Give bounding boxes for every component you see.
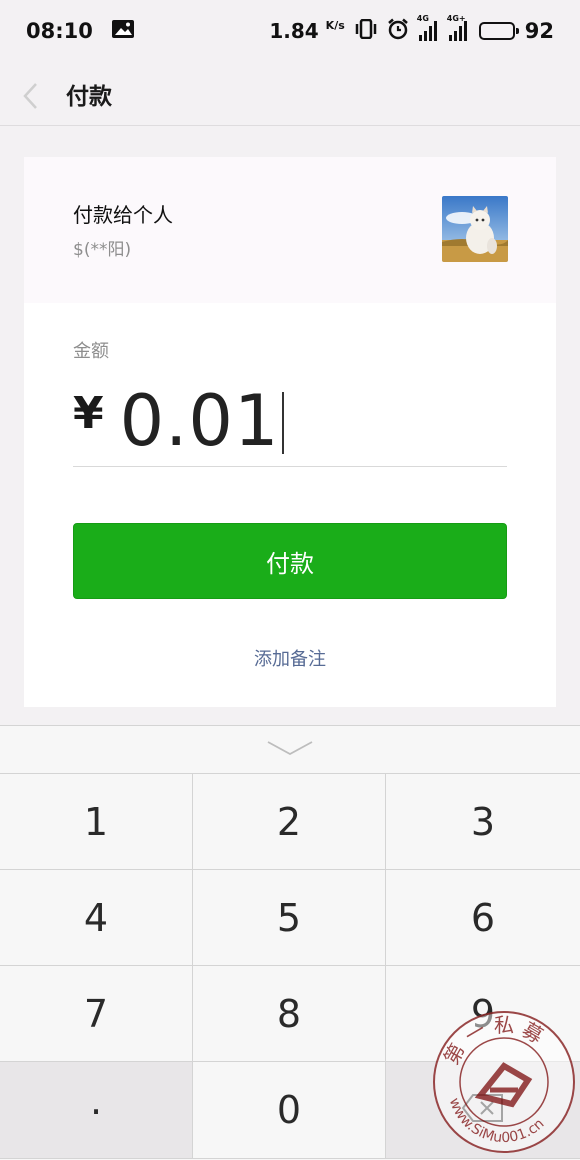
collapse-keypad-button[interactable]	[0, 726, 580, 774]
status-right: 1.84 K/s 4G 4G+ 92	[259, 14, 554, 45]
key-7[interactable]: 7	[0, 966, 193, 1062]
status-time: 08:10	[26, 19, 93, 43]
payee-avatar	[442, 196, 508, 262]
alarm-icon	[387, 18, 409, 45]
status-bar: 08:10 1.84 K/s 4G 4G+ 92	[0, 0, 580, 62]
add-note-link[interactable]: 添加备注	[24, 645, 556, 671]
signal-2-tag: 4G+	[446, 14, 466, 23]
key-decimal[interactable]: .	[0, 1062, 193, 1159]
amount-value: 0.01	[119, 379, 280, 462]
key-5[interactable]: 5	[193, 870, 386, 966]
signal-4g-icon: 4G	[417, 14, 439, 41]
back-arrow-icon[interactable]	[14, 72, 58, 116]
network-speed-unit: K/s	[325, 19, 345, 32]
key-3[interactable]: 3	[386, 774, 580, 870]
watermark-logo: 第 一 私 募 www.SiMu001.cn	[432, 1010, 576, 1154]
payment-card: 付款给个人 $(**阳) 金额 ¥ 0.01 付款 添加备注	[24, 157, 556, 707]
key-2[interactable]: 2	[193, 774, 386, 870]
payee-section: 付款给个人 $(**阳)	[24, 157, 556, 303]
vibrate-icon	[355, 18, 377, 44]
key-8[interactable]: 8	[193, 966, 386, 1062]
battery-level: 92	[524, 19, 554, 43]
navigation-bar: 付款	[0, 62, 580, 126]
key-4[interactable]: 4	[0, 870, 193, 966]
status-left: 08:10	[26, 19, 135, 44]
signal-1-tag: 4G	[416, 14, 429, 23]
payee-name: $(**阳)	[73, 240, 132, 260]
currency-symbol: ¥	[73, 388, 104, 439]
network-speed: 1.84 K/s	[269, 19, 344, 43]
signal-4g-plus-icon: 4G+	[447, 14, 469, 41]
battery-icon	[478, 22, 519, 40]
text-cursor	[282, 391, 285, 454]
key-0[interactable]: 0	[193, 1062, 386, 1159]
amount-label: 金额	[73, 341, 109, 362]
amount-input[interactable]: ¥ 0.01	[73, 375, 507, 467]
network-speed-value: 1.84	[269, 19, 319, 43]
payee-title: 付款给个人	[73, 203, 173, 227]
key-6[interactable]: 6	[386, 870, 580, 966]
key-1[interactable]: 1	[0, 774, 193, 870]
pay-button[interactable]: 付款	[73, 523, 507, 599]
page-title: 付款	[66, 83, 112, 110]
chevron-down-icon	[267, 740, 313, 760]
gallery-notification-icon	[111, 19, 135, 44]
